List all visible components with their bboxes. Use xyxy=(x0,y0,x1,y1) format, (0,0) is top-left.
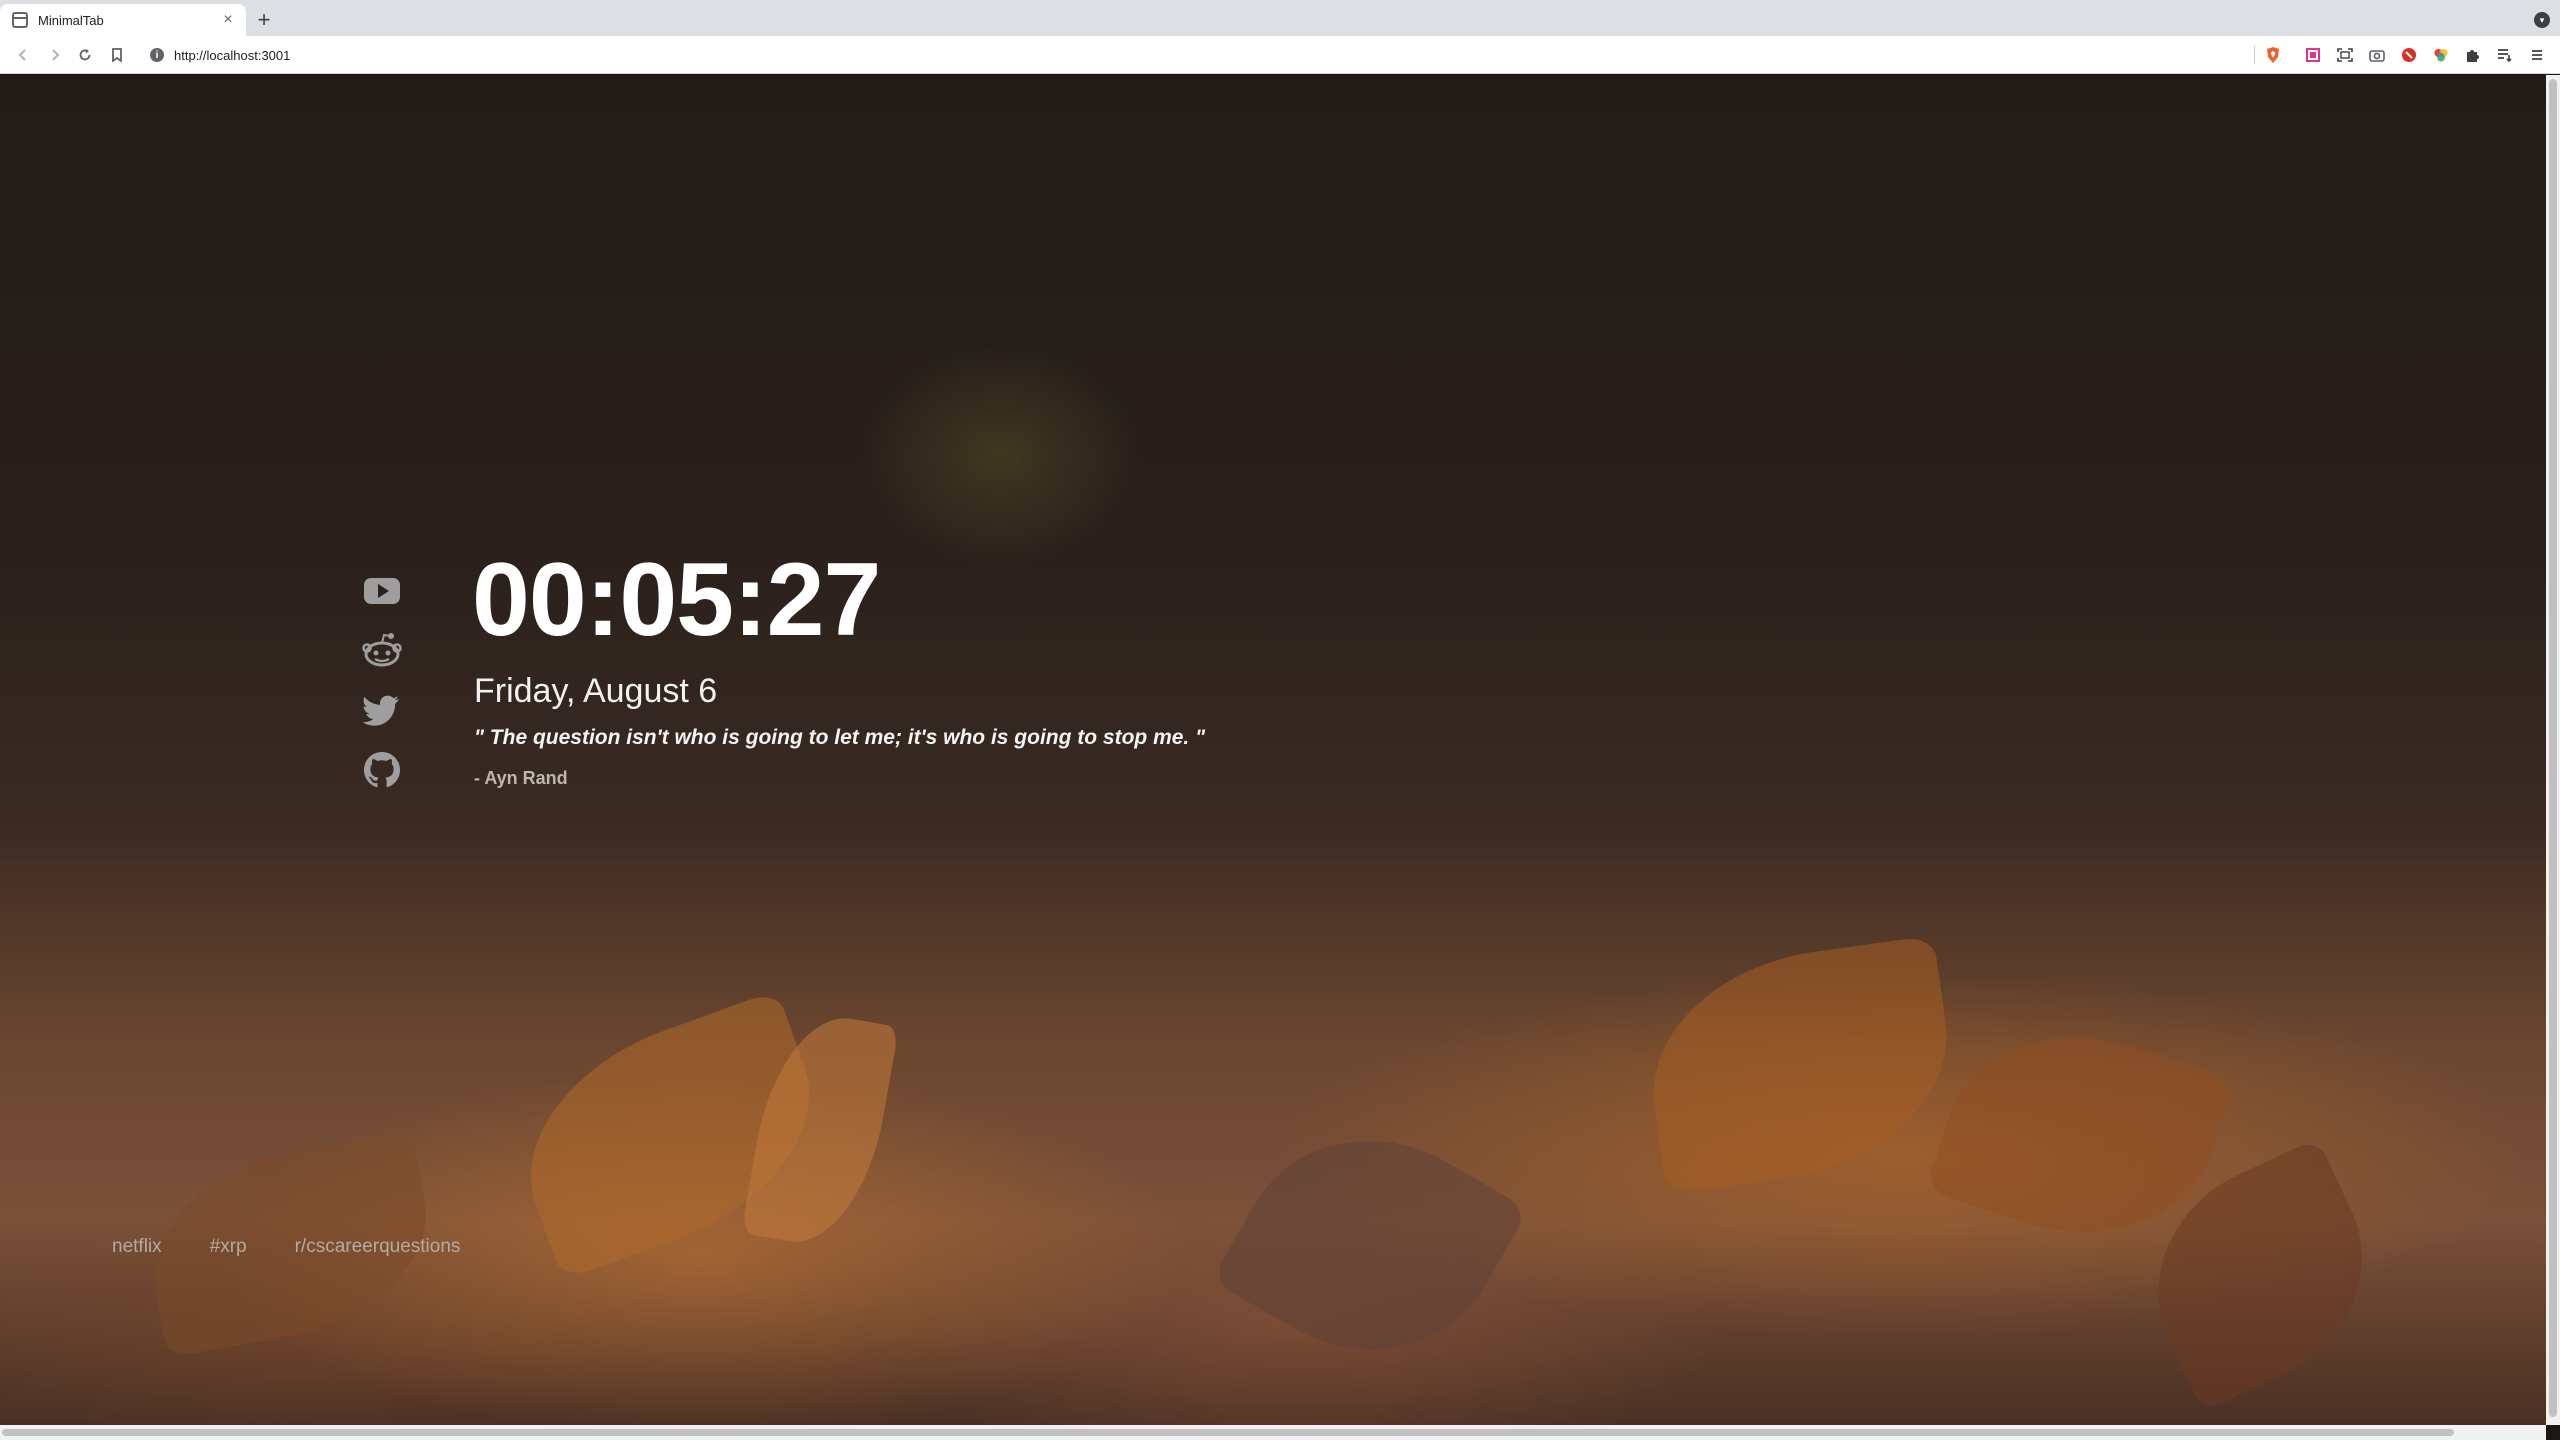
extension-pink-icon[interactable] xyxy=(2304,46,2322,64)
vertical-scrollbar[interactable] xyxy=(2546,75,2560,1425)
divider xyxy=(2254,46,2255,64)
horizontal-scrollbar-thumb[interactable] xyxy=(2,1429,2454,1436)
tab-favicon-icon xyxy=(12,12,28,28)
quote-text: " The question isn't who is going to let… xyxy=(474,726,1206,749)
horizontal-scrollbar[interactable] xyxy=(0,1425,2546,1440)
tab-close-icon[interactable]: × xyxy=(218,10,238,30)
quote-author: - Ayn Rand xyxy=(474,768,568,788)
twitter-icon[interactable] xyxy=(362,690,402,730)
tab-search-icon[interactable]: ▾ xyxy=(2534,12,2550,28)
brave-shield-icon[interactable] xyxy=(2264,46,2282,64)
site-info-icon[interactable]: i xyxy=(150,48,164,62)
forward-icon[interactable] xyxy=(44,44,66,66)
bookmark-link-cscareerquestions[interactable]: r/cscareerquestions xyxy=(295,1236,461,1258)
reload-icon[interactable] xyxy=(74,44,96,66)
tab-strip: MinimalTab × + ▾ xyxy=(0,0,2560,36)
new-tab-button[interactable]: + xyxy=(252,7,276,32)
extension-color-icon[interactable] xyxy=(2432,46,2450,64)
youtube-icon[interactable] xyxy=(362,570,402,610)
tab-title: MinimalTab xyxy=(38,12,104,28)
github-icon[interactable] xyxy=(362,750,402,790)
bookmark-link-xrp[interactable]: #xrp xyxy=(210,1236,247,1258)
clock-time: 00:05:27 xyxy=(472,542,881,658)
back-icon[interactable] xyxy=(12,44,34,66)
bookmark-links: netflix #xrp r/cscareerquestions xyxy=(112,1236,460,1258)
address-bar[interactable]: i http://localhost:3001 xyxy=(142,40,2250,70)
screenshot-icon[interactable] xyxy=(2336,46,2354,64)
url-text[interactable]: http://localhost:3001 xyxy=(174,48,290,63)
extension-red-icon[interactable] xyxy=(2400,46,2418,64)
menu-icon[interactable] xyxy=(2528,46,2546,64)
bookmark-icon[interactable] xyxy=(106,44,128,66)
social-links xyxy=(362,570,402,810)
bookmark-link-netflix[interactable]: netflix xyxy=(112,1236,162,1258)
vertical-scrollbar-thumb[interactable] xyxy=(2549,79,2557,1417)
reading-list-icon[interactable] xyxy=(2496,46,2514,64)
reddit-icon[interactable] xyxy=(362,630,402,670)
puzzle-icon[interactable] xyxy=(2464,46,2482,64)
camera-icon[interactable] xyxy=(2368,46,2386,64)
browser-toolbar: i http://localhost:3001 xyxy=(0,36,2560,74)
clock-date: Friday, August 6 xyxy=(474,672,718,710)
tab-minimaltab[interactable]: MinimalTab × xyxy=(0,4,246,36)
